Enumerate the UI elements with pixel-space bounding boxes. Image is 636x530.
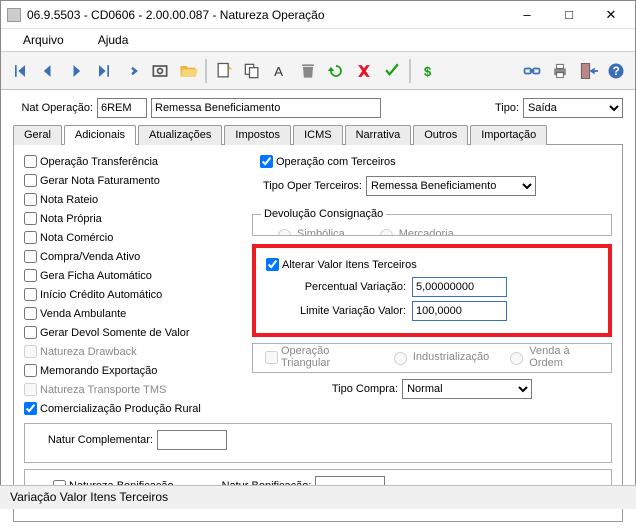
radio-mercadoria: Mercadoria xyxy=(375,226,454,236)
maximize-button[interactable]: □ xyxy=(549,3,589,27)
chk-compra-venda-ativo[interactable]: Compra/Venda Ativo xyxy=(24,248,244,265)
status-text: Variação Valor Itens Terceiros xyxy=(10,490,168,504)
tab-atualizacoes[interactable]: Atualizações xyxy=(138,125,222,145)
chk-nota-rateio[interactable]: Nota Rateio xyxy=(24,191,244,208)
copy-icon[interactable] xyxy=(239,58,265,84)
tab-impostos[interactable]: Impostos xyxy=(224,125,291,145)
chk-gerar-devol-valor[interactable]: Gerar Devol Somente de Valor xyxy=(24,324,244,341)
tab-geral[interactable]: Geral xyxy=(13,125,62,145)
font-icon[interactable]: A xyxy=(267,58,293,84)
chk-comerc-prod-rural[interactable]: Comercialização Produção Rural xyxy=(24,400,244,417)
devolucao-legend: Devolução Consignação xyxy=(261,208,386,220)
chk-memorando-export[interactable]: Memorando Exportação xyxy=(24,362,244,379)
confirm-icon[interactable] xyxy=(379,58,405,84)
undo-icon[interactable] xyxy=(323,58,349,84)
nav-first-icon[interactable] xyxy=(7,58,33,84)
tipo-compra-label: Tipo Compra: xyxy=(332,383,398,395)
chk-operacao-triangular: Operação Triangular xyxy=(265,349,373,366)
chk-gera-ficha-auto[interactable]: Gera Ficha Automático xyxy=(24,267,244,284)
lim-variacao-input[interactable] xyxy=(412,301,507,321)
goto-icon[interactable] xyxy=(119,58,145,84)
chk-venda-ambulante[interactable]: Venda Ambulante xyxy=(24,305,244,322)
radio-venda-ordem: Venda à Ordem xyxy=(505,345,599,369)
nat-compl-label: Natur Complementar: xyxy=(33,434,153,446)
chk-op-transferencia[interactable]: Operação Transferência xyxy=(24,153,244,170)
nat-compl-input[interactable] xyxy=(157,430,227,450)
chk-nota-comercio[interactable]: Nota Comércio xyxy=(24,229,244,246)
perc-variacao-label: Percentual Variação: xyxy=(266,281,406,293)
perc-variacao-input[interactable] xyxy=(412,277,507,297)
chk-natureza-transporte-tms: Natureza Transporte TMS xyxy=(24,381,244,398)
app-icon xyxy=(7,8,21,22)
svg-text:A: A xyxy=(274,64,283,79)
svg-text:?: ? xyxy=(613,65,620,78)
minimize-button[interactable]: – xyxy=(507,3,547,27)
nav-last-icon[interactable] xyxy=(91,58,117,84)
menu-help[interactable]: Ajuda xyxy=(82,31,145,49)
alterar-valor-highlight: Alterar Valor Itens Terceiros Percentual… xyxy=(252,244,612,337)
tipo-oper-terc-select[interactable]: Remessa Beneficiamento xyxy=(366,176,536,196)
delete-icon[interactable] xyxy=(295,58,321,84)
operacao-triangular-group: Operação Triangular Industrialização Ven… xyxy=(252,343,612,373)
window-title: 06.9.5503 - CD0606 - 2.00.00.087 - Natur… xyxy=(27,8,325,22)
status-bar: Variação Valor Itens Terceiros xyxy=(0,485,636,509)
nat-desc-input[interactable] xyxy=(151,98,381,118)
chk-operacao-terceiros[interactable]: Operação com Terceiros xyxy=(260,153,612,170)
chk-inicio-credito-auto[interactable]: Início Crédito Automático xyxy=(24,286,244,303)
tipo-oper-terc-label: Tipo Oper Terceiros: xyxy=(252,180,362,192)
search-icon[interactable] xyxy=(147,58,173,84)
lim-variacao-label: Limite Variação Valor: xyxy=(266,305,406,317)
nat-operacao-label: Nat Operação: xyxy=(13,102,93,114)
print-icon[interactable] xyxy=(547,58,573,84)
tab-outros[interactable]: Outros xyxy=(413,125,468,145)
tab-narrativa[interactable]: Narrativa xyxy=(345,125,412,145)
new-icon[interactable] xyxy=(211,58,237,84)
nav-next-icon[interactable] xyxy=(63,58,89,84)
devolucao-consignacao-group: Devolução Consignação Simbólica Mercador… xyxy=(252,208,612,236)
folder-icon[interactable] xyxy=(175,58,201,84)
tab-icms[interactable]: ICMS xyxy=(293,125,343,145)
tipo-label: Tipo: xyxy=(495,102,519,114)
cancel-icon[interactable] xyxy=(351,58,377,84)
chk-nota-propria[interactable]: Nota Própria xyxy=(24,210,244,227)
tipo-select[interactable]: Saída xyxy=(523,98,623,118)
dollar-icon[interactable]: $ xyxy=(415,58,441,84)
exit-icon[interactable] xyxy=(575,58,601,84)
nat-code-input[interactable] xyxy=(97,98,147,118)
tab-adicionais[interactable]: Adicionais xyxy=(64,125,136,145)
tipo-compra-select[interactable]: Normal xyxy=(402,379,532,399)
chk-alterar-valor-itens[interactable]: Alterar Valor Itens Terceiros xyxy=(266,256,598,273)
close-button[interactable]: ✕ xyxy=(591,3,631,27)
radio-industrializacao: Industrialização xyxy=(389,349,489,365)
menu-file[interactable]: Arquivo xyxy=(7,31,80,49)
chk-gerar-nota-fat[interactable]: Gerar Nota Faturamento xyxy=(24,172,244,189)
chk-natureza-drawback: Natureza Drawback xyxy=(24,343,244,360)
radio-simbolica: Simbólica xyxy=(273,226,345,236)
help-icon[interactable]: ? xyxy=(603,58,629,84)
nav-prev-icon[interactable] xyxy=(35,58,61,84)
link-icon[interactable] xyxy=(519,58,545,84)
tab-importacao[interactable]: Importação xyxy=(470,125,547,145)
svg-text:$: $ xyxy=(424,64,432,79)
